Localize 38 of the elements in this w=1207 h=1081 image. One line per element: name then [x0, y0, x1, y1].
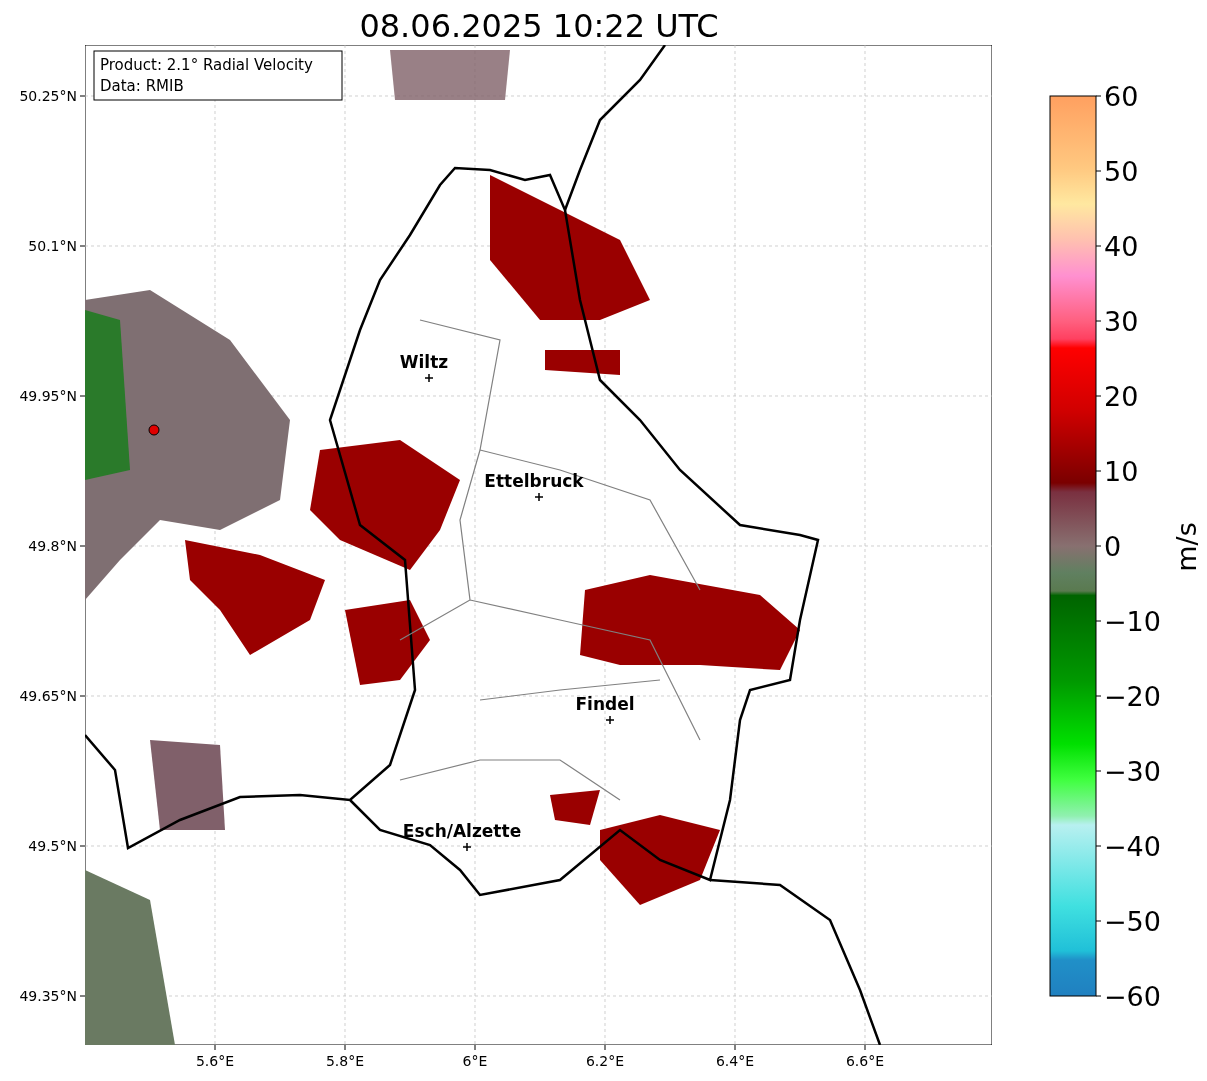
colorbar-tick-label: −50: [1104, 906, 1161, 937]
colorbar-tick-label: 10: [1104, 456, 1139, 487]
axis-tick-label: 49.5°N: [28, 838, 77, 854]
axis-tick-label: 49.95°N: [19, 388, 77, 404]
colorbar-tick-label: −30: [1104, 756, 1161, 787]
colorbar-tick-label: 50: [1104, 156, 1139, 187]
colorbar-tick-label: 60: [1104, 81, 1139, 112]
colorbar-tick-label: 40: [1104, 231, 1139, 262]
colorbar-tick-label: 0: [1104, 531, 1122, 562]
axis-tick-label: 50.1°N: [28, 238, 77, 254]
info-text: Data: RMIB: [100, 77, 184, 95]
axis-tick-label: 6.2°E: [585, 1053, 625, 1069]
axis-tick-label: 49.65°N: [19, 688, 77, 704]
axis-tick-label: 49.8°N: [28, 538, 77, 554]
city-marker-icon: [462, 842, 472, 852]
axis-tick-label: 6°E: [462, 1053, 488, 1069]
axis-tick-label: 6.4°E: [715, 1053, 755, 1069]
colorbar-tick-label: −40: [1104, 831, 1161, 862]
axis-tick-label: 6.6°E: [845, 1053, 885, 1069]
colorbar-tick-label: −20: [1104, 681, 1161, 712]
info-text: Product: 2.1° Radial Velocity: [100, 56, 313, 74]
city-label: Wiltz: [399, 352, 449, 372]
axis-tick-label: 5.6°E: [195, 1053, 235, 1069]
colorbar-tick-label: 20: [1104, 381, 1139, 412]
city-label: Esch/Alzette: [402, 821, 522, 841]
colorbar-tick-label: −10: [1104, 606, 1161, 637]
city-marker-icon: [534, 492, 544, 502]
city-label: Findel: [575, 694, 635, 714]
city-label: Ettelbruck: [484, 471, 584, 491]
axis-tick-label: 49.35°N: [19, 988, 77, 1004]
axis-tick-label: 50.25°N: [19, 88, 77, 104]
colorbar-label: m/s: [1171, 522, 1202, 572]
colorbar-tick-label: 30: [1104, 306, 1139, 337]
colorbar-tick-label: −60: [1104, 981, 1161, 1012]
figure-title: 08.06.2025 10:22 UTC: [359, 7, 719, 45]
axis-tick-label: 5.8°E: [325, 1053, 365, 1069]
city-marker-icon: [605, 715, 615, 725]
city-marker-icon: [424, 373, 434, 383]
